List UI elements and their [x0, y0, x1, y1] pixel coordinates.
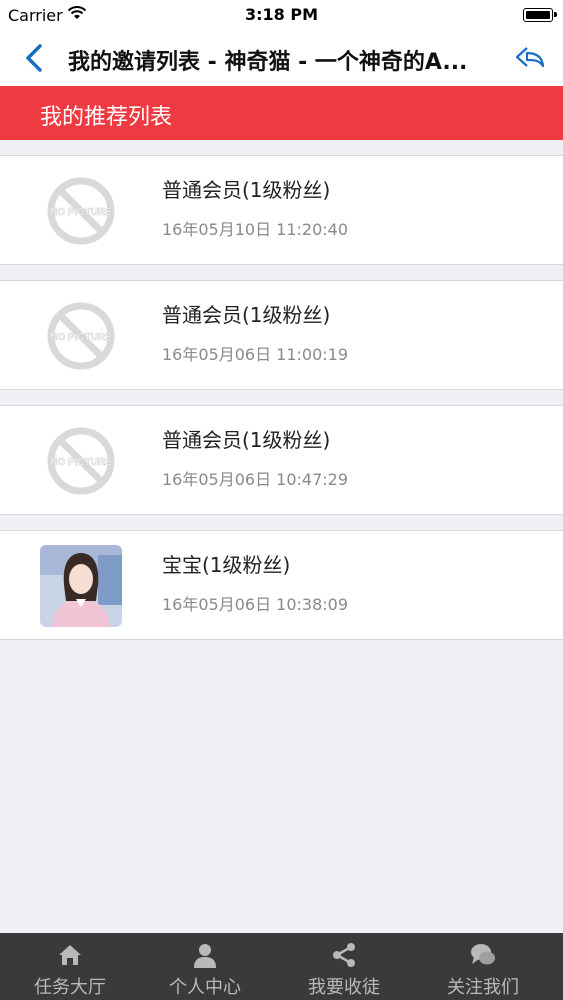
list-item[interactable]: NO PICTURE 普通会员(1级粉丝) 16年05月06日 10:47:29 — [0, 405, 563, 515]
list-item[interactable]: NO PICTURE 普通会员(1级粉丝) 16年05月10日 11:20:40 — [0, 155, 563, 265]
no-picture-avatar: NO PICTURE — [40, 295, 122, 377]
tab-label: 我要收徒 — [308, 977, 380, 998]
member-name: 宝宝(1级粉丝) — [162, 553, 291, 577]
chevron-left-icon[interactable] — [18, 40, 52, 76]
tab-bar: 任务大厅 个人中心 我要收徒 关注我们 — [0, 933, 563, 1000]
member-date: 16年05月10日 11:20:40 — [162, 220, 349, 239]
tab-personal-center[interactable]: 个人中心 — [135, 933, 275, 1000]
member-date: 16年05月06日 10:47:29 — [162, 470, 349, 489]
tab-label: 个人中心 — [169, 977, 241, 998]
battery-icon — [523, 8, 557, 22]
tab-task-hall[interactable]: 任务大厅 — [0, 933, 140, 1000]
user-photo-avatar — [40, 545, 122, 627]
navigation-bar: 我的邀请列表 - 神奇猫 - 一个神奇的A... — [0, 30, 563, 86]
tab-label: 任务大厅 — [34, 977, 106, 998]
chat-icon — [471, 944, 495, 965]
person-icon — [194, 944, 216, 968]
no-picture-text: NO PICTURE — [50, 332, 112, 343]
no-picture-text: NO PICTURE — [50, 457, 112, 468]
list-item[interactable]: 宝宝(1级粉丝) 16年05月06日 10:38:09 — [0, 530, 563, 640]
member-name: 普通会员(1级粉丝) — [162, 428, 331, 452]
tab-follow-us[interactable]: 关注我们 — [413, 933, 553, 1000]
no-picture-avatar: NO PICTURE — [40, 170, 122, 252]
member-date: 16年05月06日 10:38:09 — [162, 595, 349, 614]
no-picture-avatar: NO PICTURE — [40, 420, 122, 502]
home-icon — [59, 945, 81, 965]
no-picture-text: NO PICTURE — [50, 207, 112, 218]
share-icon — [333, 943, 355, 967]
section-title: 我的推荐列表 — [40, 105, 173, 130]
section-header: 我的推荐列表 — [0, 86, 563, 140]
member-list: NO PICTURE 普通会员(1级粉丝) 16年05月10日 11:20:40… — [0, 155, 563, 655]
reply-icon[interactable] — [513, 42, 547, 74]
member-date: 16年05月06日 11:00:19 — [162, 345, 349, 364]
page-title: 我的邀请列表 - 神奇猫 - 一个神奇的A... — [68, 50, 468, 75]
status-time: 3:18 PM — [244, 5, 318, 24]
status-bar: Carrier 3:18 PM — [0, 0, 563, 30]
member-name: 普通会员(1级粉丝) — [162, 178, 331, 202]
member-name: 普通会员(1级粉丝) — [162, 303, 331, 327]
tab-label: 关注我们 — [447, 977, 519, 998]
list-item[interactable]: NO PICTURE 普通会员(1级粉丝) 16年05月06日 11:00:19 — [0, 280, 563, 390]
tab-recruit[interactable]: 我要收徒 — [274, 933, 414, 1000]
